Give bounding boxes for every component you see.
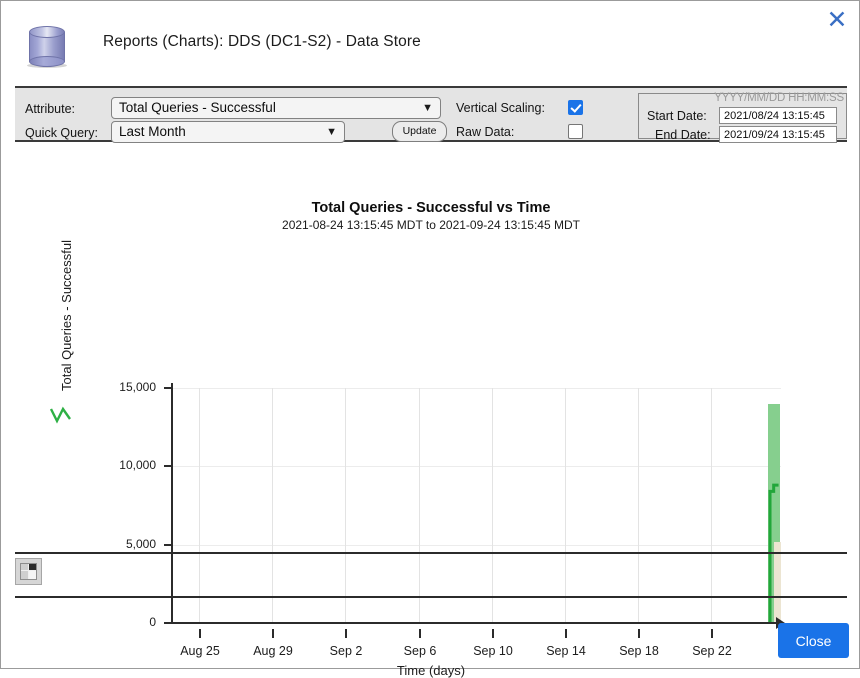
y-axis-label: Total Queries - Successful <box>59 240 74 391</box>
y-axis-tick <box>164 465 172 467</box>
y-axis-tick <box>164 622 172 624</box>
end-date-label: End Date: <box>655 128 711 142</box>
legend-series-marker-icon <box>49 405 73 427</box>
date-range-group: YYYY/MM/DD HH:MM:SS Start Date: End Date… <box>638 93 847 139</box>
y-axis-tick-label: 10,000 <box>96 458 156 472</box>
close-x-icon[interactable]: ✕ <box>821 5 853 35</box>
quick-query-select[interactable]: Last Month ▼ <box>111 121 345 143</box>
x-axis-tick <box>711 629 713 638</box>
raw-data-label: Raw Data: <box>456 125 514 139</box>
raw-data-checkbox[interactable] <box>568 124 583 139</box>
vertical-scaling-label: Vertical Scaling: <box>456 101 545 115</box>
x-axis-tick <box>272 629 274 638</box>
y-axis-tick-label: 15,000 <box>96 380 156 394</box>
page-title: Reports (Charts): DDS (DC1-S2) - Data St… <box>103 33 421 51</box>
attribute-label: Attribute: <box>25 102 75 116</box>
start-date-label: Start Date: <box>647 109 707 123</box>
x-axis-tick <box>565 629 567 638</box>
x-axis-tick <box>492 629 494 638</box>
chart-title: Total Queries - Successful vs Time <box>1 200 860 216</box>
y-axis-tick <box>164 544 172 546</box>
footer-divider-top <box>15 552 847 554</box>
chevron-down-icon: ▼ <box>422 98 433 118</box>
x-axis-tick <box>638 629 640 638</box>
chart-series-line <box>171 388 781 623</box>
attribute-select-value: Total Queries - Successful <box>119 100 276 115</box>
chart-subtitle: 2021-08-24 13:15:45 MDT to 2021-09-24 13… <box>1 218 860 232</box>
close-button[interactable]: Close <box>778 623 849 658</box>
control-bar: Attribute: Total Queries - Successful ▼ … <box>15 86 847 142</box>
x-axis-line <box>171 622 779 624</box>
quick-query-label: Quick Query: <box>25 126 98 140</box>
start-date-input[interactable] <box>719 107 837 124</box>
chevron-down-icon: ▼ <box>326 122 337 142</box>
y-axis-tick-label: 0 <box>96 615 156 629</box>
footer-divider-bottom <box>15 596 847 598</box>
x-axis-tick <box>419 629 421 638</box>
x-axis-tick-label: Sep 22 <box>667 644 757 658</box>
x-axis-tick <box>199 629 201 638</box>
plot-area <box>171 388 781 623</box>
vertical-scaling-checkbox[interactable] <box>568 100 583 115</box>
x-axis-label: Time (days) <box>1 663 860 678</box>
x-axis-tick <box>345 629 347 638</box>
end-date-input[interactable] <box>719 126 837 143</box>
y-axis-tick-label: 5,000 <box>96 537 156 551</box>
y-axis-line <box>171 383 173 623</box>
y-axis-tick <box>164 387 172 389</box>
save-image-icon[interactable] <box>15 558 42 585</box>
attribute-select[interactable]: Total Queries - Successful ▼ <box>111 97 441 119</box>
date-format-hint: YYYY/MM/DD HH:MM:SS <box>639 92 848 104</box>
quick-query-select-value: Last Month <box>119 124 186 139</box>
chart-container: Total Queries - Successful vs Time 2021-… <box>1 151 860 546</box>
window-header: Reports (Charts): DDS (DC1-S2) - Data St… <box>1 1 860 79</box>
update-button[interactable]: Update <box>392 121 447 142</box>
database-cylinder-icon <box>25 25 69 67</box>
